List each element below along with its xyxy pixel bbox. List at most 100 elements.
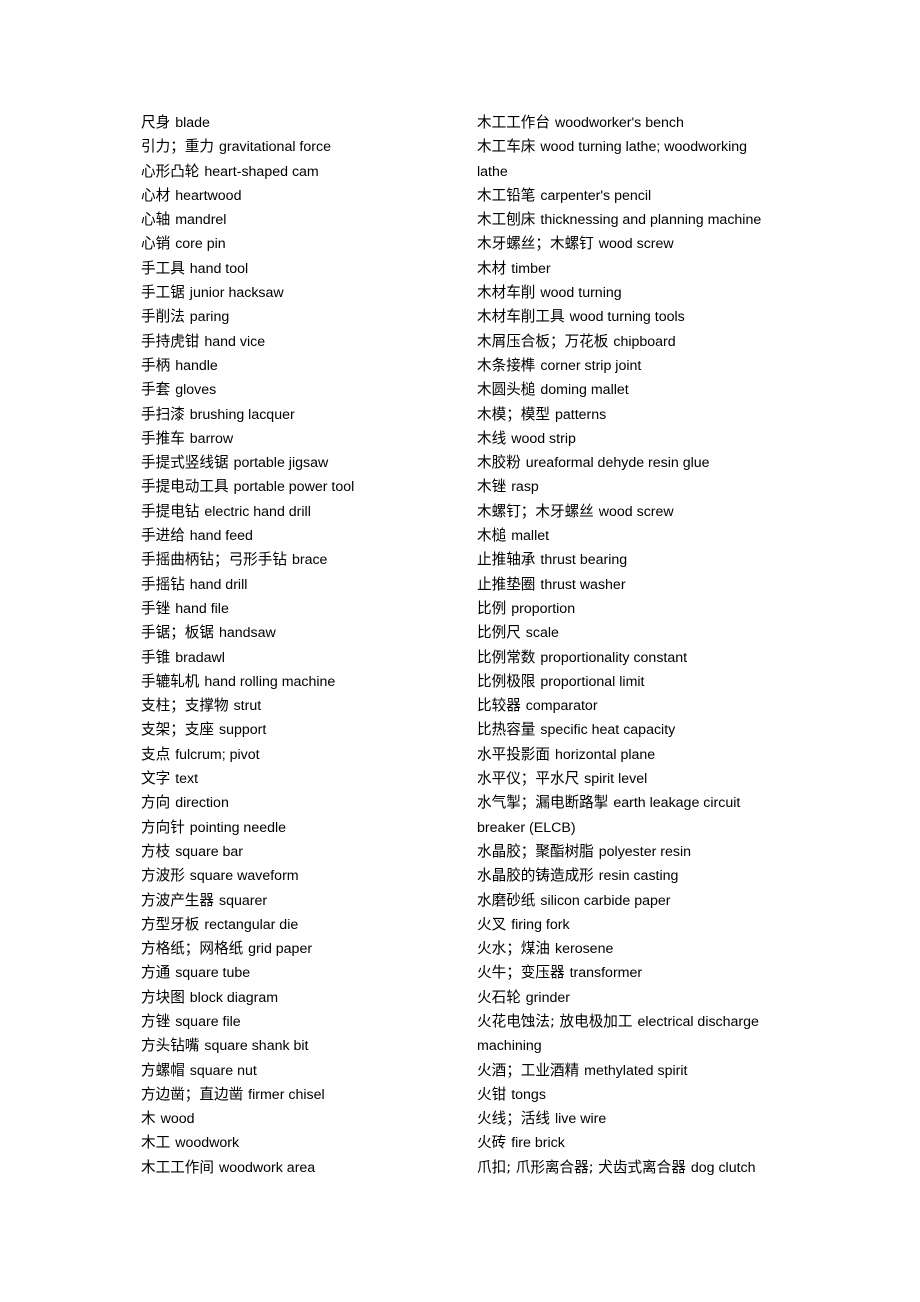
glossary-term: 火水；煤油 [477,940,550,958]
glossary-entry: 木工 woodwork [141,1131,463,1155]
glossary-gloss: horizontal plane [554,746,656,763]
glossary-term: 手提式竖线锯 [141,454,229,472]
glossary-term: 火叉 [477,915,507,933]
glossary-gloss: timber [511,260,551,277]
glossary-term: 止推轴承 [477,551,536,569]
glossary-gloss: corner strip joint [540,357,642,374]
glossary-entry: 方向针 pointing needle [141,816,463,840]
glossary-entry: 手锥 bradawl [141,646,463,670]
glossary-entry: 木槌 mallet [477,524,781,548]
glossary-gloss: specific heat capacity [540,722,676,739]
glossary-gloss: square bar [175,843,244,860]
glossary-term: 水晶胶的铸造成形 [477,867,594,885]
glossary-entry: 支柱；支撑物 strut [141,694,463,718]
glossary-term: 手锯；板锯 [141,624,214,642]
glossary-entry: 水平仪；平水尺 spirit level [477,767,781,791]
glossary-gloss: transformer [569,965,643,982]
glossary-gloss: ureaformal dehyde resin glue [525,455,710,472]
glossary-term: 木工车床 [477,138,536,156]
glossary-term: 木材车削工具 [477,308,565,326]
glossary-entry: 尺身 blade [141,111,463,135]
glossary-entry: 手提式竖线锯 portable jigsaw [141,451,463,475]
glossary-term: 木线 [477,429,507,447]
glossary-entry: 手摇钻 hand drill [141,573,463,597]
glossary-gloss: square file [175,1013,241,1030]
glossary-entry: 方锉 square file [141,1010,463,1034]
glossary-entry: 文字 text [141,767,463,791]
glossary-term: 方波产生器 [141,891,214,909]
glossary-column-left: 尺身 blade 引力；重力 gravitational force 心形凸轮 heart… [141,111,463,1180]
glossary-gloss: dog clutch [690,1159,756,1176]
glossary-gloss: electric hand drill [204,503,311,520]
glossary-gloss: thicknessing and planning machine [540,212,762,229]
glossary-gloss: strut [233,698,262,715]
glossary-entry: 手套 gloves [141,378,463,402]
glossary-term: 比例极限 [477,672,536,690]
glossary-term: 木屑压合板；万花板 [477,332,609,350]
glossary-entry: 水平投影面 horizontal plane [477,743,781,767]
glossary-entry: 木材车削 wood turning [477,281,781,305]
glossary-entry: 心材 heartwood [141,184,463,208]
glossary-gloss: square nut [189,1062,257,1079]
glossary-entry: 支点 fulcrum; pivot [141,743,463,767]
glossary-entry: 木材车削工具 wood turning tools [477,305,781,329]
glossary-term: 火牛；变压器 [477,964,565,982]
glossary-gloss: support [218,722,267,739]
glossary-gloss: paring [189,309,230,326]
glossary-term: 木 [141,1110,156,1128]
glossary-entry: 比热容量 specific heat capacity [477,718,781,742]
glossary-term: 木模；模型 [477,405,550,423]
glossary-term: 支点 [141,745,171,763]
glossary-entry: 手工具 hand tool [141,257,463,281]
glossary-term: 方波形 [141,867,185,885]
glossary-term: 比热容量 [477,721,536,739]
glossary-entry: 火叉 firing fork [477,913,781,937]
glossary-gloss: heart-shaped cam [204,163,319,180]
glossary-entry: 木工刨床 thicknessing and planning machine [477,208,781,232]
glossary-entry: 木材 timber [477,257,781,281]
glossary-entry: 木工工作台 woodworker's bench [477,111,781,135]
glossary-term: 心形凸轮 [141,162,200,180]
glossary-term: 木材车削 [477,284,536,302]
glossary-term: 手摇钻 [141,575,185,593]
glossary-entry: 木 wood [141,1107,463,1131]
glossary-term: 心销 [141,235,171,253]
glossary-gloss: hand tool [189,260,249,277]
glossary-term: 方向针 [141,818,185,836]
glossary-entry: 水晶胶；聚酯树脂 polyester resin [477,840,781,864]
glossary-gloss: patterns [554,406,607,423]
glossary-gloss: resin casting [598,868,679,885]
glossary-gloss: text [175,771,199,788]
glossary-entry: 止推垫圈 thrust washer [477,573,781,597]
glossary-entry: 木圆头槌 doming mallet [477,378,781,402]
glossary-gloss: proportional limit [540,673,645,690]
glossary-term: 手持虎钳 [141,332,200,350]
glossary-gloss: mallet [511,528,550,545]
glossary-term: 方锉 [141,1012,171,1030]
glossary-entry: 手摇曲柄钻；弓形手钻 brace [141,548,463,572]
glossary-entry: 水磨砂纸 silicon carbide paper [477,889,781,913]
glossary-gloss: portable power tool [233,479,355,496]
glossary-term: 水晶胶；聚酯树脂 [477,842,594,860]
glossary-entry: 爪扣; 爪形离合器; 犬齿式离合器 dog clutch [477,1156,781,1180]
glossary-entry: 火线；活线 live wire [477,1107,781,1131]
glossary-gloss: core pin [175,236,226,253]
glossary-gloss: chipboard [613,333,676,350]
glossary-term: 手锉 [141,599,171,617]
glossary-entry: 火钳 tongs [477,1083,781,1107]
glossary-term: 木螺钉；木牙螺丝 [477,502,594,520]
glossary-entry: 木屑压合板；万花板 chipboard [477,330,781,354]
glossary-term: 比例尺 [477,624,521,642]
glossary-term: 木圆头槌 [477,381,536,399]
glossary-term: 木工铅笔 [477,186,536,204]
glossary-term: 木条接榫 [477,356,536,374]
glossary-gloss: wood strip [511,430,576,447]
glossary-entry: 方格纸；网格纸 grid paper [141,937,463,961]
glossary-gloss: carpenter's pencil [540,187,652,204]
glossary-gloss: woodworker's bench [554,115,684,131]
glossary-gloss: handle [175,357,218,374]
glossary-term: 引力；重力 [141,138,214,156]
glossary-gloss: doming mallet [540,382,629,399]
glossary-term: 手削法 [141,308,185,326]
glossary-term: 火花电蚀法; 放电极加工 [477,1012,633,1030]
